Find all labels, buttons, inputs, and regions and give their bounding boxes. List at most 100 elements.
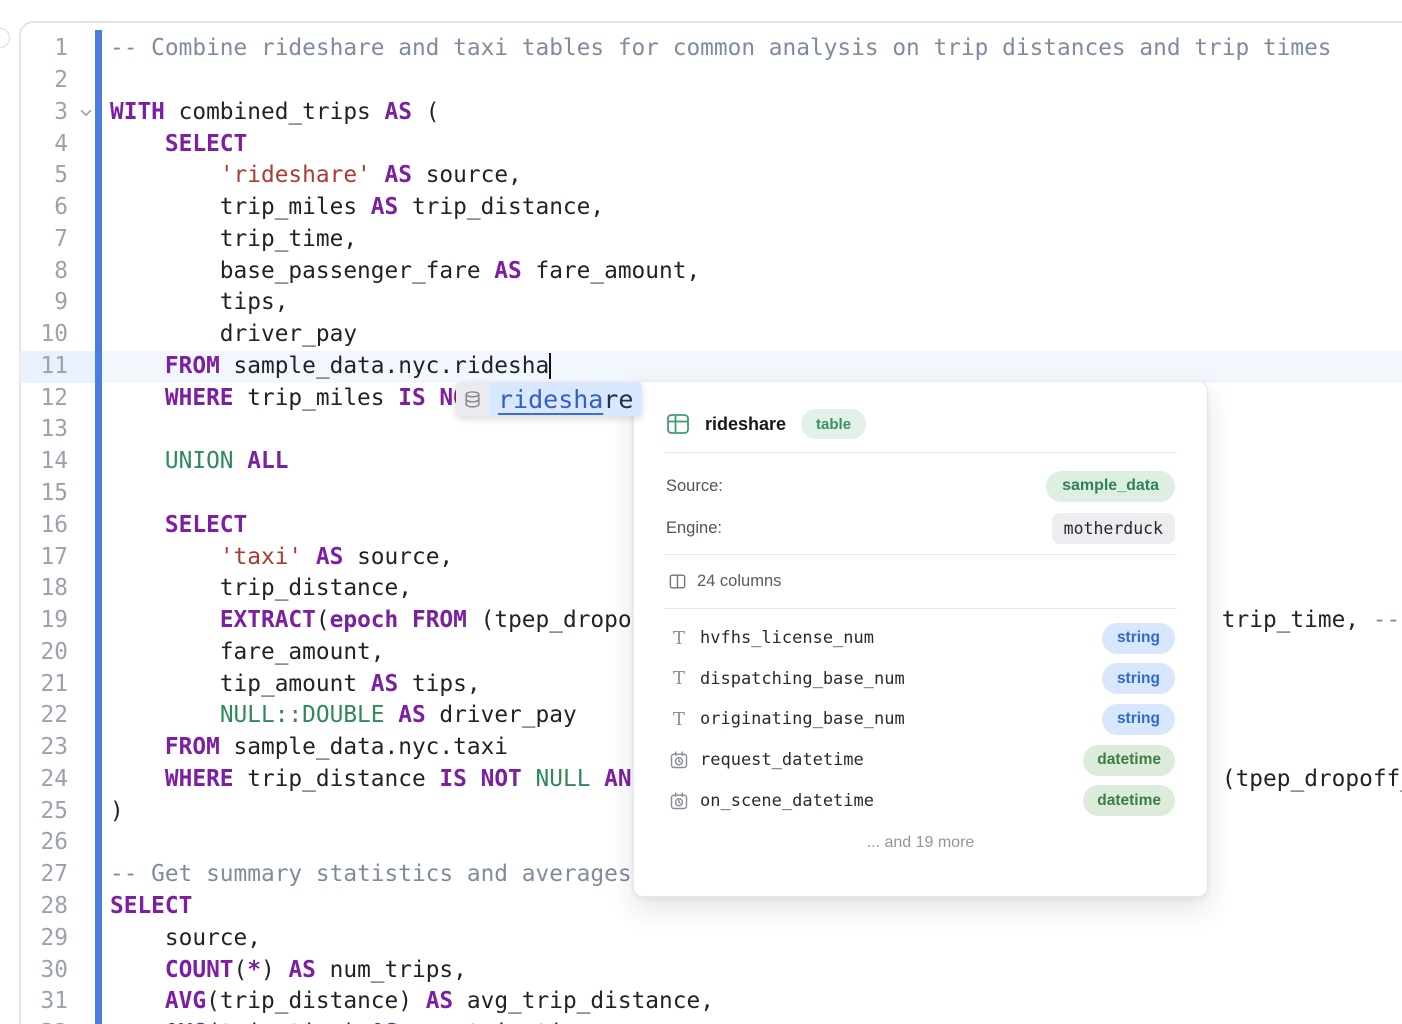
code-token <box>590 766 604 792</box>
code-token: AVG <box>165 1020 206 1024</box>
line-number-18: 18 <box>19 573 68 605</box>
code-token: source, <box>110 925 261 951</box>
code-token <box>110 512 165 538</box>
code-token: source, <box>343 544 453 570</box>
panel-collapse-handle[interactable] <box>0 28 10 48</box>
code-line-28[interactable]: SELECT <box>110 891 192 923</box>
code-line-4[interactable]: SELECT <box>110 129 247 161</box>
line-number-22: 22 <box>19 700 68 732</box>
autocomplete-matched-text: ridesha <box>498 385 603 414</box>
line-number-3: 3 <box>19 97 68 129</box>
table-name: rideshare <box>705 414 786 435</box>
line-number-19: 19 <box>19 605 68 637</box>
code-token: NULL <box>536 766 591 792</box>
code-token: IS <box>439 766 466 792</box>
type-datetime-icon <box>668 791 690 811</box>
code-token: AS <box>316 544 343 570</box>
code-token: trip_distance, <box>110 575 412 601</box>
code-token: * <box>247 957 261 983</box>
code-line-9[interactable]: tips, <box>110 287 288 319</box>
code-line-22[interactable]: NULL::DOUBLE AS driver_pay <box>110 700 577 732</box>
code-token <box>110 1020 165 1024</box>
code-line-29[interactable]: source, <box>110 923 261 955</box>
column-type-badge: string <box>1102 623 1175 654</box>
code-token: AVG <box>165 988 206 1014</box>
column-row-originating_base_num: Toriginating_base_numstring <box>668 701 1175 737</box>
code-token <box>110 544 220 570</box>
line-number-14: 14 <box>19 446 68 478</box>
source-row: Source: sample_data <box>666 468 1175 504</box>
line-number-2: 2 <box>19 65 68 97</box>
code-line-21[interactable]: tip_amount AS tips, <box>110 669 481 701</box>
engine-value-badge: motherduck <box>1052 513 1175 544</box>
more-columns-label: ... and 19 more <box>634 834 1207 852</box>
code-line-23[interactable]: FROM sample_data.nyc.taxi <box>110 732 508 764</box>
column-name: originating_base_num <box>700 709 905 729</box>
code-line-32[interactable]: AVG(trip_time) AS avg_trip_time, <box>110 1018 604 1024</box>
code-token: tips, <box>398 671 480 697</box>
line-number-13: 13 <box>19 414 68 446</box>
code-token <box>110 988 165 1014</box>
line-number-11: 11 <box>19 351 68 383</box>
code-token: WHERE <box>165 766 234 792</box>
code-token: -- Combine rideshare and taxi tables for… <box>110 35 1332 61</box>
code-line-5[interactable]: 'rideshare' AS source, <box>110 160 522 192</box>
code-line-6[interactable]: trip_miles AS trip_distance, <box>110 192 604 224</box>
code-line-7[interactable]: trip_time, <box>110 224 357 256</box>
code-token: tips, <box>110 289 288 315</box>
line-number-17: 17 <box>19 542 68 574</box>
code-token: FROM <box>165 353 220 379</box>
code-line-25[interactable]: ) <box>110 796 124 828</box>
code-token: fare_amount, <box>522 258 700 284</box>
code-token: COUNT <box>165 957 234 983</box>
column-name: hvfhs_license_num <box>700 628 874 648</box>
code-line-16[interactable]: SELECT <box>110 510 247 542</box>
line-number-21: 21 <box>19 669 68 701</box>
code-token: trip_distance <box>234 766 440 792</box>
line-number-23: 23 <box>19 732 68 764</box>
code-token <box>110 448 165 474</box>
code-token: AS <box>385 162 412 188</box>
code-line-1[interactable]: -- Combine rideshare and taxi tables for… <box>110 33 1332 65</box>
code-line-11[interactable]: FROM sample_data.nyc.ridesha <box>110 351 549 383</box>
code-token: NULL::DOUBLE <box>220 702 385 728</box>
code-token: SELECT <box>165 131 247 157</box>
line-number-6: 6 <box>19 192 68 224</box>
code-line-30[interactable]: COUNT(*) AS num_trips, <box>110 955 467 987</box>
code-line-18[interactable]: trip_distance, <box>110 573 412 605</box>
code-token: WHERE <box>165 385 234 411</box>
code-token <box>467 766 481 792</box>
fold-chevron-down-icon[interactable] <box>77 97 95 129</box>
code-token: SELECT <box>165 512 247 538</box>
code-token <box>110 131 165 157</box>
line-number-5: 5 <box>19 160 68 192</box>
code-token <box>110 385 165 411</box>
code-token: 'taxi' <box>220 544 302 570</box>
code-line-3[interactable]: WITH combined_trips AS ( <box>110 97 439 129</box>
column-type-badge: datetime <box>1083 745 1175 776</box>
code-line-10[interactable]: driver_pay <box>110 319 357 351</box>
autocomplete-suggestion-rideshare[interactable]: rideshare <box>489 382 642 416</box>
code-token: NOT <box>481 766 522 792</box>
code-line-8[interactable]: base_passenger_fare AS fare_amount, <box>110 256 700 288</box>
code-token <box>110 766 165 792</box>
column-row-on_scene_datetime: on_scene_datetimedatetime <box>668 783 1175 819</box>
table-info-popover: rideshare table Source: sample_data Engi… <box>633 381 1208 897</box>
code-token <box>110 353 165 379</box>
code-token: base_passenger_fare <box>110 258 494 284</box>
code-line-31[interactable]: AVG(trip_distance) AS avg_trip_distance, <box>110 986 714 1018</box>
code-token <box>234 448 248 474</box>
code-token: combined_trips <box>165 99 385 125</box>
code-line-20[interactable]: fare_amount, <box>110 637 385 669</box>
code-line-14[interactable]: UNION ALL <box>110 446 288 478</box>
code-token: WITH <box>110 99 165 125</box>
code-token: source, <box>412 162 522 188</box>
code-line-17[interactable]: 'taxi' AS source, <box>110 542 453 574</box>
text-cursor <box>549 353 551 379</box>
code-token: 'rideshare' <box>220 162 371 188</box>
line-number-10: 10 <box>19 319 68 351</box>
line-number-15: 15 <box>19 478 68 510</box>
autocomplete-rest-text: re <box>603 385 633 414</box>
code-token: trip_miles <box>110 194 371 220</box>
type-string-icon: T <box>668 628 690 649</box>
